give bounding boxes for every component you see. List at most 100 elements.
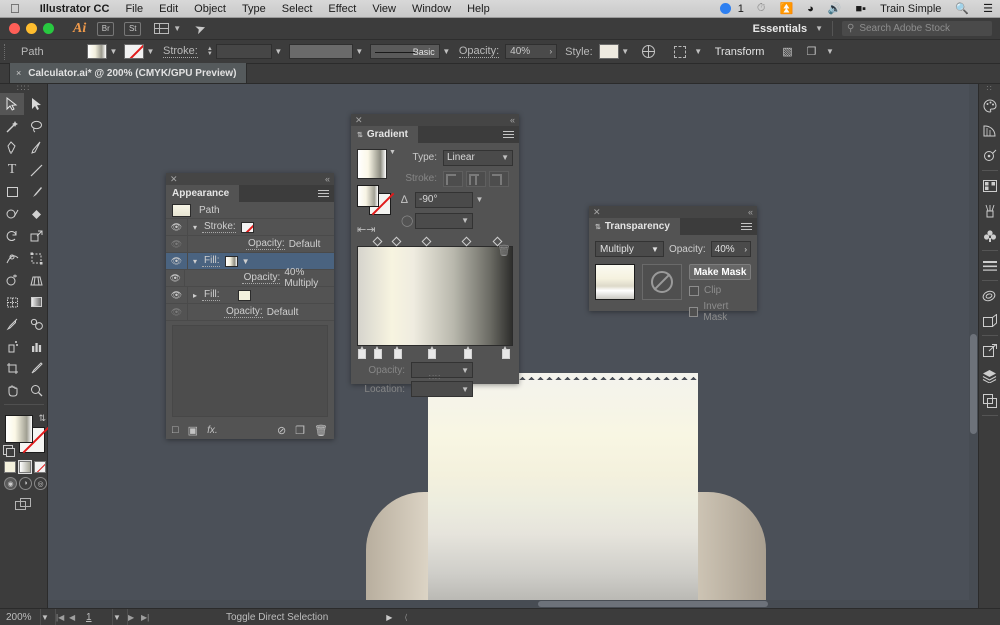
gradient-stop[interactable]: [357, 346, 366, 359]
creative-cloud-libraries-icon[interactable]: [979, 283, 1000, 308]
dropbox-icon[interactable]: [713, 3, 738, 14]
stroke-panel-icon[interactable]: [979, 253, 1000, 278]
close-icon[interactable]: ×: [16, 68, 21, 78]
artboard-chevron-down-icon[interactable]: ▼: [112, 608, 128, 625]
stroke-within-icon[interactable]: [443, 170, 463, 187]
opacity-expand-icon[interactable]: ›: [744, 245, 747, 254]
invert-mask-checkbox-row[interactable]: Invert Mask: [689, 301, 751, 323]
opacity-label[interactable]: Opacity:: [224, 306, 263, 318]
menu-item-edit[interactable]: Edit: [151, 3, 186, 15]
swatches-panel-icon[interactable]: [979, 173, 1000, 198]
stroke-profile-select[interactable]: [288, 44, 353, 59]
right-dock-grip[interactable]: ∷: [986, 84, 992, 93]
behance-share-icon[interactable]: ➤: [193, 19, 209, 38]
symbols-panel-icon[interactable]: [979, 223, 1000, 248]
window-controls[interactable]: [0, 23, 63, 34]
direct-selection-tool[interactable]: [24, 93, 48, 115]
recolor-artwork-icon[interactable]: [640, 43, 658, 61]
artboard-number-input[interactable]: 1: [82, 609, 112, 625]
gradient-stop[interactable]: [427, 346, 437, 359]
appearance-panel-titlebar[interactable]: ✕ «: [166, 173, 334, 185]
magic-wand-tool[interactable]: [0, 115, 24, 137]
next-artboard-button[interactable]: ▶: [128, 609, 141, 625]
tab-gradient[interactable]: ⇅ Gradient: [351, 126, 418, 143]
blend-mode-select[interactable]: Multiply ▼: [595, 241, 664, 257]
gradient-panel[interactable]: ✕ « ⇅ Gradient ▼ ⇤⇥ Type: Linear ▼ Strok…: [351, 114, 519, 397]
calculator-artwork[interactable]: 2830: [366, 373, 766, 608]
visibility-eye-icon[interactable]: 👁: [166, 269, 186, 287]
gradient-type-select[interactable]: Linear ▼: [443, 149, 513, 166]
status-resize-icon[interactable]: ⟨: [404, 609, 407, 625]
canvas-horizontal-scrollbar[interactable]: [48, 600, 969, 608]
default-fill-stroke-icon[interactable]: [3, 445, 15, 457]
volume-icon[interactable]: 🔊: [821, 2, 849, 15]
paintbrush-tool[interactable]: [24, 181, 48, 203]
minimize-window-button[interactable]: [26, 23, 37, 34]
chevron-down-icon[interactable]: ▼: [651, 245, 659, 254]
tab-transparency[interactable]: ⇅ Transparency: [589, 218, 680, 235]
bluetooth-icon[interactable]: ⏫: [772, 2, 800, 15]
free-transform-tool[interactable]: [24, 247, 48, 269]
control-bar-grip[interactable]: [4, 43, 9, 60]
opacity-label[interactable]: Opacity:: [246, 238, 285, 250]
collapse-icon[interactable]: «: [748, 207, 753, 217]
transparency-panel-titlebar[interactable]: ✕ «: [589, 206, 757, 218]
color-panel-icon[interactable]: [979, 93, 1000, 118]
appearance-fill-label[interactable]: Fill:: [202, 289, 220, 301]
transparency-object-thumbnail[interactable]: [595, 264, 635, 300]
visibility-eye-icon[interactable]: 👁: [166, 286, 188, 304]
close-window-button[interactable]: [9, 23, 20, 34]
style-chevron-down-icon[interactable]: ▼: [619, 44, 632, 59]
zoom-level-input[interactable]: 200%: [0, 609, 40, 625]
brush-definition-select[interactable]: Basic: [369, 44, 440, 59]
chevron-down-icon[interactable]: ▼: [461, 385, 469, 394]
gradient-stop[interactable]: [463, 346, 473, 359]
close-icon[interactable]: ✕: [593, 207, 601, 218]
opacity-expand-icon[interactable]: ›: [550, 47, 553, 56]
add-new-stroke-icon[interactable]: □: [172, 424, 179, 436]
stroke-weight-stepper[interactable]: ▲ ▼: [207, 46, 213, 57]
visibility-eye-icon[interactable]: 👁: [166, 252, 188, 270]
stroke-weight-label[interactable]: Stroke:: [163, 45, 198, 58]
wifi-icon[interactable]: ◕: [800, 3, 821, 15]
zoom-chevron-down-icon[interactable]: ▼: [40, 608, 56, 625]
appearance-row-fill-opacity[interactable]: 👁 Opacity: 40% Multiply: [166, 267, 334, 289]
collapse-icon[interactable]: «: [325, 174, 330, 184]
width-tool[interactable]: [0, 247, 24, 269]
clock-icon[interactable]: ⏱: [750, 2, 773, 15]
gradient-location-input[interactable]: ▼: [411, 381, 473, 397]
vertical-scroll-thumb[interactable]: [970, 334, 977, 434]
curvature-tool[interactable]: [24, 137, 48, 159]
gradient-swatch-mode-button[interactable]: [18, 460, 32, 474]
arrange-documents-icon[interactable]: [154, 23, 170, 34]
artboards-panel-icon[interactable]: [979, 308, 1000, 333]
blend-tool[interactable]: [24, 313, 48, 335]
gradient-preview-swatch[interactable]: [357, 149, 387, 179]
menu-item-view[interactable]: View: [364, 3, 404, 15]
mesh-tool[interactable]: [0, 291, 24, 313]
menu-item-effect[interactable]: Effect: [320, 3, 364, 15]
appearance-panel[interactable]: ✕ « Appearance Path 👁 ▾ Stroke: 👁 Opacit…: [166, 173, 334, 439]
select-similar-objects-icon[interactable]: [671, 43, 689, 61]
selection-tool[interactable]: [0, 93, 24, 115]
disclosure-triangle-icon[interactable]: ▾: [188, 257, 202, 266]
menu-item-object[interactable]: Object: [186, 3, 234, 15]
transparency-opacity-input[interactable]: 40% ›: [710, 241, 751, 257]
tab-appearance[interactable]: Appearance: [166, 185, 240, 202]
workspace-chevron-down-icon[interactable]: ▼: [815, 24, 823, 33]
brushes-panel-icon[interactable]: [979, 198, 1000, 223]
stock-button[interactable]: St: [124, 21, 142, 36]
chevron-down-icon[interactable]: ▼: [242, 257, 250, 266]
appearance-row-object[interactable]: Path: [166, 202, 334, 219]
zoom-tool[interactable]: [24, 379, 48, 401]
appearance-row-stroke[interactable]: 👁 ▾ Stroke:: [166, 218, 334, 236]
horizontal-scroll-thumb[interactable]: [538, 601, 768, 607]
fill-color-swatch[interactable]: [87, 44, 107, 59]
transparency-panel-menu-icon[interactable]: [741, 218, 757, 235]
disclosure-triangle-closed-icon[interactable]: ▸: [188, 291, 202, 300]
document-tab[interactable]: × Calculator.ai* @ 200% (CMYK/GPU Previe…: [10, 63, 248, 83]
apple-logo-icon[interactable]: : [0, 2, 32, 15]
draw-behind-mode-button[interactable]: ◑: [19, 477, 32, 490]
panel-expand-icon[interactable]: ⇅: [595, 223, 601, 231]
gradient-presets-chevron-icon[interactable]: ▼: [389, 149, 396, 156]
